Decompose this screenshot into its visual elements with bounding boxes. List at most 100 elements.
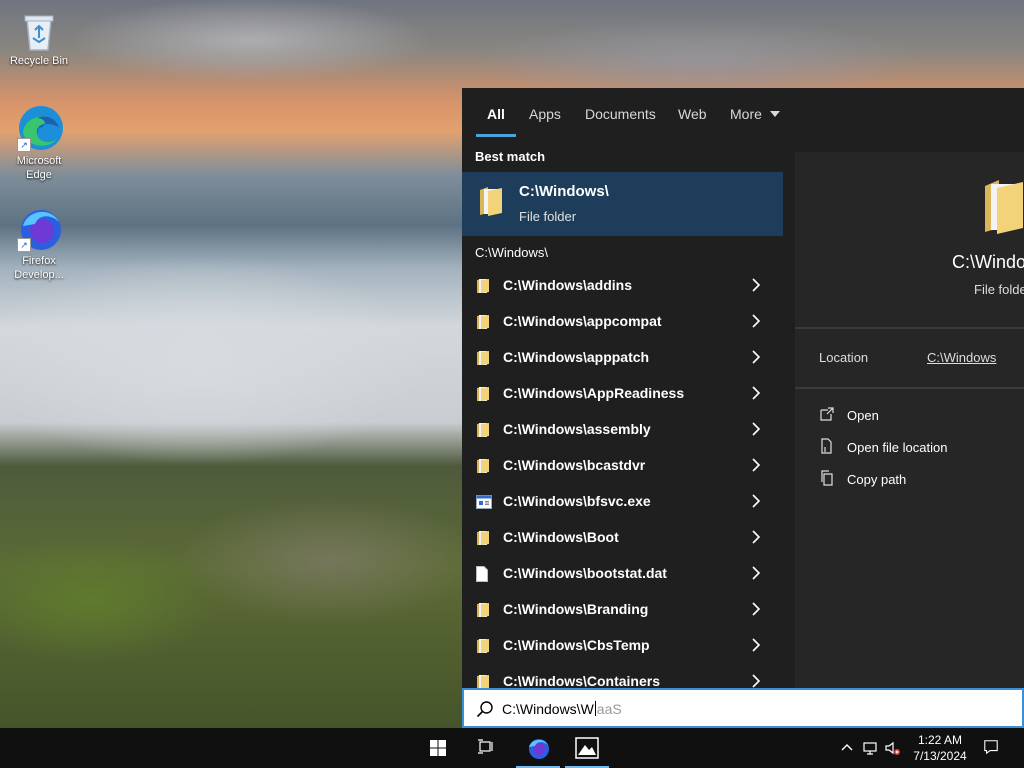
desktop-icon-firefox-dev[interactable]: ↗ Firefox Develop... [4, 204, 74, 282]
best-match-item[interactable]: C:\Windows\ File folder [462, 172, 783, 236]
result-row[interactable]: C:\Windows\Branding [462, 592, 783, 628]
search-box[interactable]: C:\Windows\W aaS [462, 688, 1024, 728]
action-copy-path[interactable]: Copy path [819, 468, 1019, 492]
result-label: C:\Windows\addins [503, 277, 632, 293]
open-icon [820, 407, 834, 421]
text-caret [594, 701, 596, 716]
result-row[interactable]: C:\Windows\bcastdvr [462, 448, 783, 484]
taskbar-photos[interactable] [563, 728, 611, 768]
chevron-right-icon[interactable] [748, 385, 764, 401]
search-panel: All Apps Documents Web More Best match C… [462, 88, 1024, 728]
result-row[interactable]: C:\Windows\apppatch [462, 340, 783, 376]
chevron-right-icon[interactable] [748, 529, 764, 545]
shortcut-arrow-icon: ↗ [17, 238, 31, 252]
chevron-right-icon[interactable] [748, 673, 764, 689]
result-label: C:\Windows\Branding [503, 601, 649, 617]
result-row[interactable]: C:\Windows\CbsTemp [462, 628, 783, 664]
tab-apps[interactable]: Apps [529, 106, 561, 122]
chevron-right-icon[interactable] [748, 601, 764, 617]
desktop-icon-label: Microsoft Edge [16, 155, 62, 181]
folder-icon [476, 386, 490, 406]
chevron-right-icon[interactable] [748, 349, 764, 365]
folder-icon [476, 602, 490, 622]
preview-pane: C:\Windo File folde Location C:\Windows … [795, 152, 1024, 728]
tab-documents[interactable]: Documents [585, 106, 656, 122]
desktop-icon-label: Firefox Develop... [14, 255, 64, 281]
folder-icon [476, 314, 490, 334]
chevron-right-icon[interactable] [748, 421, 764, 437]
active-tab-indicator [476, 134, 516, 137]
system-clock[interactable]: 1:22 AM 7/13/2024 [905, 732, 975, 764]
result-label: C:\Windows\bootstat.dat [503, 565, 667, 581]
result-label: C:\Windows\CbsTemp [503, 637, 650, 653]
preview-divider [795, 327, 1024, 329]
result-row[interactable]: C:\Windows\bootstat.dat [462, 556, 783, 592]
folder-icon [476, 638, 490, 658]
task-view-icon [478, 739, 493, 754]
action-open[interactable]: Open [819, 404, 1019, 428]
result-label: C:\Windows\Containers [503, 673, 660, 689]
chevron-up-icon[interactable] [839, 740, 855, 756]
result-row[interactable]: C:\Windows\AppReadiness [462, 376, 783, 412]
taskbar-firefox-dev[interactable] [514, 728, 562, 768]
search-query-typed: C:\Windows\W [502, 701, 594, 717]
action-open-file-location[interactable]: Open file location [819, 436, 1019, 460]
tab-all[interactable]: All [487, 106, 505, 122]
windows-logo-icon [430, 740, 446, 756]
volume-muted-icon[interactable] [884, 740, 900, 756]
file-location-icon [821, 438, 832, 454]
tab-more-label: More [730, 106, 762, 122]
result-row[interactable]: C:\Windows\addins [462, 268, 783, 304]
tab-web[interactable]: Web [678, 106, 707, 122]
chevron-right-icon[interactable] [748, 493, 764, 509]
result-label: C:\Windows\apppatch [503, 349, 650, 365]
preview-title: C:\Windo [952, 252, 1024, 272]
tab-more[interactable]: More [730, 106, 780, 122]
result-row[interactable]: C:\Windows\Boot [462, 520, 783, 556]
result-row[interactable]: C:\Windows\bfsvc.exe [462, 484, 783, 520]
file-icon [476, 566, 488, 586]
chevron-right-icon[interactable] [748, 637, 764, 653]
result-row[interactable]: C:\Windows\appcompat [462, 304, 783, 340]
folder-icon [476, 350, 490, 370]
result-label: C:\Windows\appcompat [503, 313, 662, 329]
best-match-title: C:\Windows\ [519, 183, 609, 200]
task-view-button[interactable] [462, 728, 510, 768]
result-row[interactable]: C:\Windows\assembly [462, 412, 783, 448]
desktop-icon-recycle-bin[interactable]: Recycle Bin [4, 10, 74, 68]
shortcut-arrow-icon: ↗ [17, 138, 31, 152]
results-list: Best match C:\Windows\ File folder C:\Wi… [462, 152, 783, 728]
chevron-right-icon[interactable] [748, 565, 764, 581]
folder-icon [480, 187, 502, 216]
edge-icon: ↗ [15, 104, 63, 152]
search-input[interactable]: C:\Windows\W aaS [502, 701, 622, 717]
app-icon [476, 494, 492, 513]
folder-icon [476, 458, 490, 478]
clock-date: 7/13/2024 [913, 749, 967, 763]
result-label: C:\Windows\bfsvc.exe [503, 493, 651, 509]
notifications-icon[interactable] [983, 739, 999, 755]
folder-icon [476, 422, 490, 442]
result-label: C:\Windows\AppReadiness [503, 385, 685, 401]
caret-down-icon [769, 111, 780, 117]
search-query-suggestion: aaS [596, 701, 622, 717]
preview-divider [795, 387, 1024, 389]
firefox-developer-icon: ↗ [15, 204, 63, 252]
chevron-right-icon[interactable] [748, 313, 764, 329]
result-label: C:\Windows\assembly [503, 421, 651, 437]
start-button[interactable] [414, 728, 462, 768]
search-tabs: All Apps Documents Web More [462, 88, 1024, 152]
folder-section-heading: C:\Windows\ [475, 245, 548, 260]
location-link[interactable]: C:\Windows [927, 350, 996, 365]
chevron-right-icon[interactable] [748, 277, 764, 293]
network-icon[interactable] [862, 740, 878, 756]
firefox-developer-icon [529, 739, 549, 759]
preview-subtitle: File folde [974, 282, 1024, 297]
desktop-icon-edge[interactable]: ↗ Microsoft Edge [4, 104, 74, 182]
desktop-icon-label: Recycle Bin [9, 55, 69, 67]
chevron-right-icon[interactable] [748, 457, 764, 473]
taskbar: 1:22 AM 7/13/2024 [0, 728, 1024, 768]
result-label: C:\Windows\bcastdvr [503, 457, 646, 473]
location-label: Location [819, 350, 869, 365]
folder-icon [476, 530, 490, 550]
